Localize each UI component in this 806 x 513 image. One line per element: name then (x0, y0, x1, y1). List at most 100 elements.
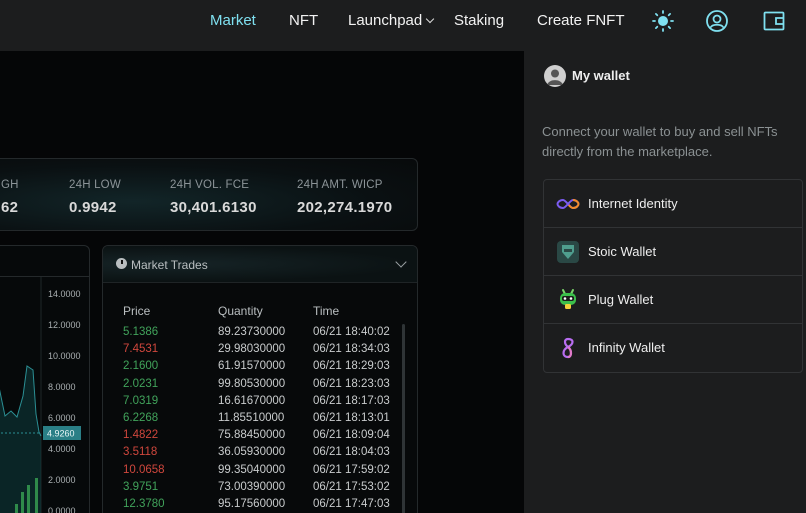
trade-time: 06/21 18:17:03 (313, 394, 390, 407)
y-tick-label: 10.0000 (48, 351, 81, 361)
theme-sun-icon[interactable] (651, 9, 675, 33)
trade-price: 5.1386 (123, 326, 159, 338)
chevron-down-icon[interactable] (395, 256, 407, 268)
wallet-option-label: Stoic Wallet (588, 244, 657, 259)
volume-bar (27, 485, 30, 513)
trade-quantity: 61.91570000 (218, 360, 286, 373)
nav-market[interactable]: Market (210, 12, 256, 29)
plug-wallet-icon (560, 289, 576, 309)
y-tick-label: 12.0000 (48, 320, 81, 330)
top-nav: Market NFT Launchpad Staking Create FNFT (0, 0, 806, 51)
account-icon[interactable] (705, 9, 729, 33)
y-tick-label: 0.0000 (48, 506, 76, 513)
market-trades-panel: Market Trades Price Quantity Time 5.1386… (102, 245, 418, 513)
nav-launchpad-label: Launchpad (348, 12, 423, 29)
wallet-option-internet-identity[interactable]: Internet Identity (544, 180, 802, 228)
wallet-option-plug[interactable]: Plug Wallet (544, 276, 802, 324)
wallet-option-label: Internet Identity (588, 196, 678, 211)
nav-nft[interactable]: NFT (289, 12, 318, 29)
wallet-icon[interactable] (762, 9, 786, 33)
volume-bar (35, 478, 38, 513)
trade-price: 3.9751 (123, 480, 159, 493)
trade-row: 7.0319 16.61670000 06/21 18:17:03 (103, 395, 417, 412)
market-trades-title: Market Trades (131, 258, 208, 272)
volume-bar (15, 504, 18, 513)
trade-quantity: 99.80530000 (218, 377, 286, 390)
trade-price: 6.2268 (123, 412, 159, 424)
stat-label: GH (1, 179, 19, 191)
wallet-option-label: Infinity Wallet (588, 340, 665, 355)
trade-row: 12.3780 95.17560000 06/21 17:47:03 (103, 498, 417, 513)
trade-quantity: 36.05930000 (218, 446, 286, 459)
y-tick-label: 8.0000 (48, 382, 76, 392)
infinity-wallet-icon (562, 337, 574, 359)
wallet-panel: My wallet Connect your wallet to buy and… (524, 51, 806, 513)
trade-quantity: 73.00390000 (218, 480, 286, 493)
trade-time: 06/21 17:47:03 (313, 498, 390, 510)
stat-value: 202,274.1970 (297, 199, 393, 216)
trade-time: 06/21 18:34:03 (313, 343, 390, 356)
trade-time: 06/21 18:09:04 (313, 429, 390, 442)
trade-quantity: 29.98030000 (218, 343, 286, 356)
stat-value: 0.9942 (69, 199, 117, 216)
trade-row: 10.0658 99.35040000 06/21 17:59:02 (103, 464, 417, 481)
stoic-wallet-icon (557, 241, 579, 263)
trade-row: 6.2268 11.85510000 06/21 18:13:01 (103, 412, 417, 429)
wallet-options-list: Internet Identity Stoic Wallet Plug Wall… (543, 179, 803, 373)
wallet-panel-title: My wallet (572, 68, 630, 83)
nav-launchpad[interactable]: Launchpad (348, 12, 435, 29)
trade-quantity: 95.17560000 (218, 498, 286, 510)
y-tick-label: 14.0000 (48, 289, 81, 299)
trade-price: 12.3780 (123, 498, 165, 510)
stat-label: 24H VOL. FCE (170, 179, 250, 191)
trade-quantity: 89.23730000 (218, 326, 286, 338)
trade-time: 06/21 18:04:03 (313, 446, 390, 459)
trade-quantity: 99.35040000 (218, 463, 286, 476)
volume-bar (21, 492, 24, 513)
trade-time: 06/21 18:23:03 (313, 377, 390, 390)
wallet-option-label: Plug Wallet (588, 292, 654, 307)
trade-price: 2.1600 (123, 360, 159, 373)
wallet-option-infinity[interactable]: Infinity Wallet (544, 324, 802, 372)
market-main: GH 62 24H LOW 0.9942 24H VOL. FCE 30,401… (0, 51, 524, 513)
trade-time: 06/21 17:59:02 (313, 463, 390, 476)
avatar-icon (544, 65, 566, 87)
column-header-price: Price (123, 304, 151, 318)
stat-24h-low: 24H LOW 0.9942 (69, 179, 121, 216)
price-chart-panel: 14.0000 12.0000 10.0000 8.0000 6.0000 4.0000 2… (0, 245, 90, 513)
column-header-quantity: Quantity (218, 304, 263, 318)
current-price-label: 4.9260 (47, 429, 75, 439)
internet-identity-icon (556, 198, 580, 210)
y-tick-label: 4.0000 (48, 444, 76, 454)
nav-create-fnft[interactable]: Create FNFT (537, 12, 625, 29)
wallet-panel-description: Connect your wallet to buy and sell NFTs… (542, 124, 778, 159)
trade-quantity: 16.61670000 (218, 394, 286, 407)
trade-price: 7.0319 (123, 394, 159, 407)
market-trades-header[interactable]: Market Trades (103, 246, 417, 283)
market-stats-bar: GH 62 24H LOW 0.9942 24H VOL. FCE 30,401… (0, 158, 418, 231)
trade-price: 2.0231 (123, 377, 159, 390)
trade-row: 3.9751 73.00390000 06/21 17:53:02 (103, 481, 417, 498)
trade-time: 06/21 18:13:01 (313, 412, 390, 424)
trades-scrollbar[interactable] (402, 324, 405, 513)
trade-time: 06/21 18:40:02 (313, 326, 390, 338)
wallet-option-stoic[interactable]: Stoic Wallet (544, 228, 802, 276)
stat-value: 30,401.6130 (170, 199, 257, 216)
trade-price: 3.5118 (123, 446, 158, 459)
trade-quantity: 75.88450000 (218, 429, 286, 442)
trade-row: 2.1600 61.91570000 06/21 18:29:03 (103, 360, 417, 377)
trade-row: 3.5118 36.05930000 06/21 18:04:03 (103, 446, 417, 463)
trade-time: 06/21 18:29:03 (313, 360, 390, 373)
y-tick-label: 2.0000 (48, 475, 76, 485)
price-area (0, 366, 41, 513)
trade-quantity: 11.85510000 (218, 412, 285, 424)
stat-24h-high: GH 62 (1, 179, 19, 216)
stat-label: 24H AMT. WICP (297, 179, 383, 191)
nav-staking[interactable]: Staking (454, 12, 504, 29)
trade-time: 06/21 17:53:02 (313, 480, 390, 493)
trade-row: 5.1386 89.23730000 06/21 18:40:02 (103, 326, 417, 343)
trade-row: 7.4531 29.98030000 06/21 18:34:03 (103, 343, 417, 360)
price-chart[interactable]: 14.0000 12.0000 10.0000 8.0000 6.0000 4.0000 2… (0, 246, 90, 513)
trade-price: 7.4531 (123, 343, 159, 356)
column-header-time: Time (313, 304, 340, 318)
